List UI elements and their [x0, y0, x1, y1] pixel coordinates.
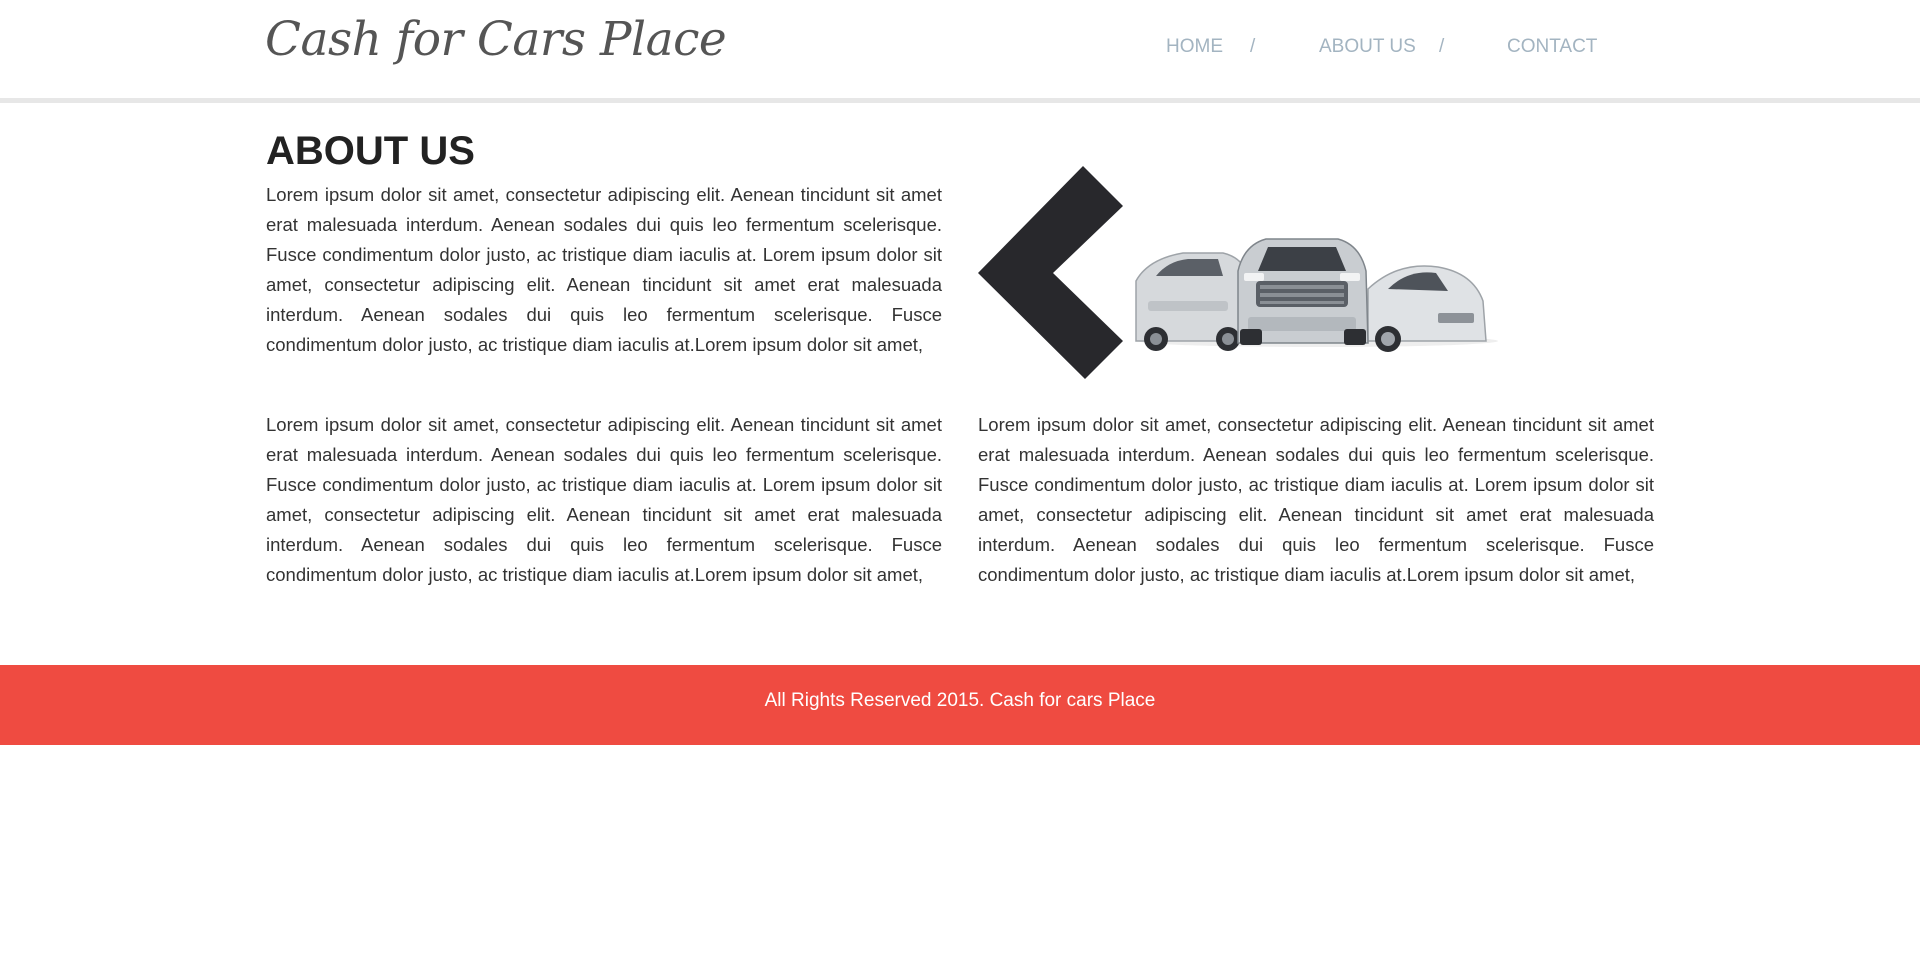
- about-paragraph: Lorem ipsum dolor sit amet, consectetur …: [266, 414, 942, 585]
- copyright-text: All Rights Reserved 2015. Cash for cars …: [764, 690, 1156, 711]
- site-footer: All Rights Reserved 2015. Cash for cars …: [0, 665, 1920, 745]
- car-center: [1237, 238, 1369, 345]
- car-right: [1367, 265, 1487, 352]
- main-content: ABOUT US Lorem ipsum dolor sit amet, con…: [0, 103, 1920, 665]
- hero-image: [978, 161, 1498, 381]
- nav-item-about-us[interactable]: ABOUT US: [1319, 36, 1416, 58]
- nav-item-home[interactable]: HOME: [1166, 36, 1223, 58]
- site-logo[interactable]: Cash for Cars Place: [265, 12, 727, 67]
- chevron-left-icon: [978, 166, 1123, 379]
- car-left: [1135, 252, 1247, 351]
- nav-item-contact[interactable]: CONTACT: [1507, 36, 1597, 58]
- nav-separator: /: [1439, 36, 1445, 57]
- cars-illustration: [978, 166, 1498, 379]
- nav-separator: /: [1250, 36, 1256, 57]
- about-paragraph: Lorem ipsum dolor sit amet, consectetur …: [978, 414, 1654, 585]
- about-paragraph: Lorem ipsum dolor sit amet, consectetur …: [266, 184, 942, 355]
- site-header: Cash for Cars Place HOME / ABOUT US / CO…: [0, 0, 1920, 103]
- page-title: ABOUT US: [266, 129, 475, 173]
